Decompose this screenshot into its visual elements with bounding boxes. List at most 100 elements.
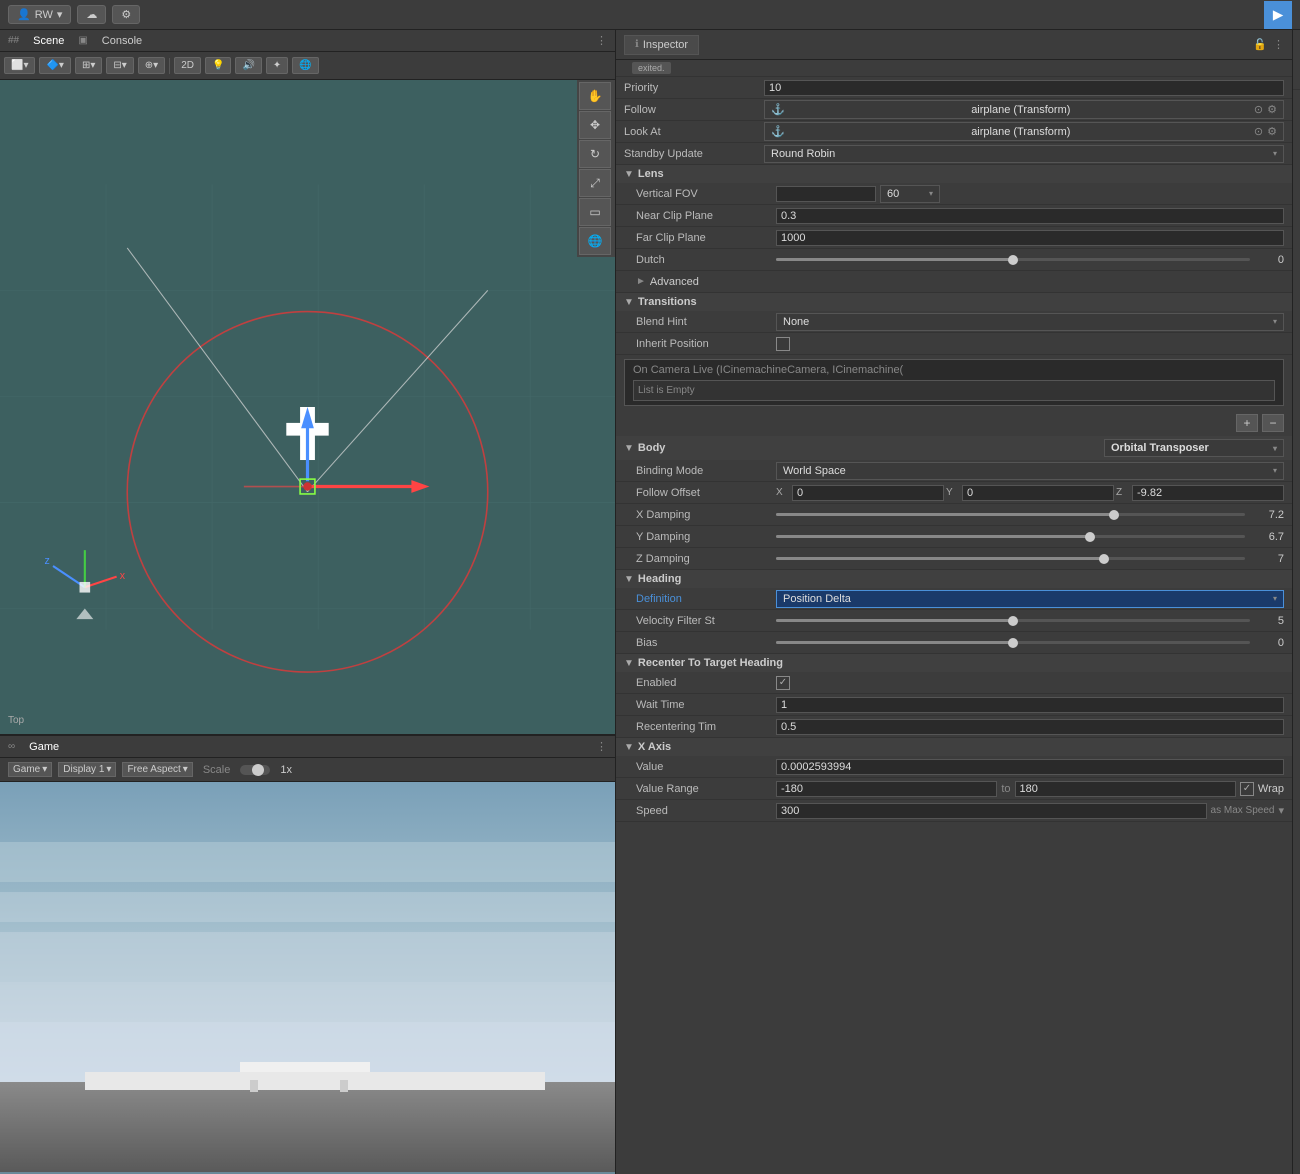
tab-console[interactable]: Console bbox=[96, 33, 148, 49]
recenter-section[interactable]: ▼ Recenter To Target Heading bbox=[616, 654, 1292, 672]
y-damping-track[interactable] bbox=[776, 535, 1245, 538]
scene-hash-icon: ## bbox=[8, 35, 19, 46]
rect-tool-button[interactable]: ▭ bbox=[579, 198, 611, 226]
body-dropdown: Orbital Transposer ▾ bbox=[1104, 439, 1284, 457]
dropdown-arrow: ▾ bbox=[57, 8, 63, 21]
value-row: Value bbox=[616, 756, 1292, 778]
remove-event-button[interactable]: − bbox=[1262, 414, 1284, 432]
standby-update-dropdown[interactable]: Round Robin ▾ bbox=[764, 145, 1284, 163]
enabled-label: Enabled bbox=[636, 677, 776, 689]
gear-icon[interactable]: ⚙ bbox=[1267, 103, 1277, 116]
vfov-unit-dropdown[interactable]: 60 ▾ bbox=[880, 185, 940, 203]
priority-input[interactable] bbox=[764, 80, 1284, 96]
x-damping-value: 7.2 bbox=[1249, 509, 1284, 521]
display-dropdown[interactable]: Display 1 ▾ bbox=[58, 762, 116, 777]
play-button[interactable]: ▶ bbox=[1264, 1, 1292, 29]
grid-button[interactable]: ⊟▾ bbox=[106, 57, 133, 74]
dutch-slider-track[interactable] bbox=[776, 258, 1250, 261]
render-toggle-button[interactable]: 🔷▾ bbox=[39, 57, 70, 74]
body-type-dropdown[interactable]: Orbital Transposer ▾ bbox=[1104, 439, 1284, 457]
audio-button[interactable]: 🔊 bbox=[235, 57, 261, 74]
pivot-button[interactable]: ⊕▾ bbox=[138, 57, 165, 74]
user-menu-button[interactable]: 👤 RW ▾ bbox=[8, 5, 71, 24]
vr-min-input[interactable] bbox=[776, 781, 997, 797]
x-axis-toggle: ▼ bbox=[624, 742, 634, 753]
settings-button[interactable]: ⚙ bbox=[112, 5, 140, 24]
follow-anchor-icon: ⚓ bbox=[771, 103, 785, 116]
advanced-row[interactable]: ► Advanced bbox=[616, 271, 1292, 293]
recenter-toggle: ▼ bbox=[624, 658, 634, 669]
fo-x-input[interactable] bbox=[792, 485, 944, 501]
vel-filter-value: 5 bbox=[1254, 615, 1284, 627]
chevron-down-icon3: ▾ bbox=[183, 764, 188, 775]
body-section[interactable]: ▼ Body Orbital Transposer ▾ bbox=[616, 436, 1292, 460]
far-clip-input[interactable] bbox=[776, 230, 1284, 246]
layout-button[interactable]: ⊞▾ bbox=[75, 57, 102, 74]
enabled-checkbox[interactable]: ✓ bbox=[776, 676, 790, 690]
game-viewport[interactable] bbox=[0, 782, 615, 1174]
tab-scene[interactable]: Scene bbox=[27, 33, 70, 49]
lock-icon[interactable]: 🔓 bbox=[1253, 38, 1267, 51]
tab-game[interactable]: Game bbox=[23, 739, 65, 755]
vert-tab-add[interactable]: + bbox=[1293, 30, 1300, 90]
fo-y-input[interactable] bbox=[962, 485, 1114, 501]
custom-tool-button[interactable]: 🌐 bbox=[579, 227, 611, 255]
y-damping-value: 6.7 bbox=[1249, 531, 1284, 543]
recenter-time-input[interactable] bbox=[776, 719, 1284, 735]
inherit-pos-checkbox[interactable] bbox=[776, 337, 790, 351]
gear-icon2[interactable]: ⚙ bbox=[1267, 125, 1277, 138]
game-mode-dropdown[interactable]: Game ▾ bbox=[8, 762, 52, 777]
add-event-button[interactable]: + bbox=[1236, 414, 1258, 432]
lens-section[interactable]: ▼ Lens bbox=[616, 165, 1292, 183]
list-empty-box: List is Empty bbox=[633, 380, 1275, 401]
game-menu-icon[interactable]: ⋮ bbox=[596, 740, 607, 753]
panel-menu-icon[interactable]: ⋮ bbox=[596, 34, 607, 47]
speed-input[interactable] bbox=[776, 803, 1207, 819]
blend-hint-dropdown[interactable]: None ▾ bbox=[776, 313, 1284, 331]
wait-time-input[interactable] bbox=[776, 697, 1284, 713]
scale-slider[interactable] bbox=[240, 765, 270, 775]
inspector-tab[interactable]: ℹ Inspector bbox=[624, 35, 699, 55]
light-button[interactable]: 💡 bbox=[205, 57, 231, 74]
game-panel-header: ∞ Game ⋮ bbox=[0, 736, 615, 758]
z-damping-track[interactable] bbox=[776, 557, 1245, 560]
transform-toggle-button[interactable]: ⬜▾ bbox=[4, 57, 35, 74]
standby-dropdown-arrow: ▾ bbox=[1273, 149, 1277, 158]
binding-mode-dropdown[interactable]: World Space ▾ bbox=[776, 462, 1284, 480]
heading-section[interactable]: ▼ Heading bbox=[616, 570, 1292, 588]
svg-text:x: x bbox=[120, 570, 126, 582]
scene-viewport[interactable]: z x Top bbox=[0, 80, 615, 734]
wrap-checkbox[interactable]: ✓ bbox=[1240, 782, 1254, 796]
target-icon[interactable]: ⊙ bbox=[1254, 103, 1263, 116]
hand-tool-button[interactable]: ✋ bbox=[579, 82, 611, 110]
rotate-tool-button[interactable]: ↻ bbox=[579, 140, 611, 168]
bias-track[interactable] bbox=[776, 641, 1250, 644]
speed-dropdown-arrow[interactable]: ▾ bbox=[1278, 804, 1284, 817]
transitions-section[interactable]: ▼ Transitions bbox=[616, 293, 1292, 311]
fx-button[interactable]: ✦ bbox=[266, 57, 288, 74]
scale-tool-button[interactable]: ⤢ bbox=[579, 169, 611, 197]
body-label: Body bbox=[638, 442, 666, 454]
target-icon2[interactable]: ⊙ bbox=[1254, 125, 1263, 138]
fo-z-input[interactable] bbox=[1132, 485, 1284, 501]
x-axis-section[interactable]: ▼ X Axis bbox=[616, 738, 1292, 756]
enabled-row: Enabled ✓ bbox=[616, 672, 1292, 694]
scene-extra-button[interactable]: 🌐 bbox=[292, 57, 318, 74]
vr-max-input[interactable] bbox=[1015, 781, 1236, 797]
value-input[interactable] bbox=[776, 759, 1284, 775]
follow-label: Follow bbox=[624, 104, 764, 116]
cloud-button[interactable]: ☁ bbox=[77, 5, 106, 24]
near-clip-input[interactable] bbox=[776, 208, 1284, 224]
toolbar-divider bbox=[169, 58, 170, 74]
inspector-menu-icon[interactable]: ⋮ bbox=[1273, 38, 1284, 51]
definition-dropdown[interactable]: Position Delta ▾ bbox=[776, 590, 1284, 608]
left-panel: ## Scene ▣ Console ⋮ ⬜▾ 🔷▾ ⊞▾ ⊟▾ ⊕▾ 2D 💡… bbox=[0, 30, 615, 1174]
aspect-dropdown[interactable]: Free Aspect ▾ bbox=[122, 762, 192, 777]
x-damping-track[interactable] bbox=[776, 513, 1245, 516]
2d-button[interactable]: 2D bbox=[174, 57, 201, 74]
move-tool-button[interactable]: ✥ bbox=[579, 111, 611, 139]
vel-filter-track[interactable] bbox=[776, 619, 1250, 622]
vfov-input[interactable] bbox=[776, 186, 876, 202]
bias-slider-row: 0 bbox=[776, 637, 1284, 649]
blend-hint-value: None bbox=[783, 316, 809, 328]
